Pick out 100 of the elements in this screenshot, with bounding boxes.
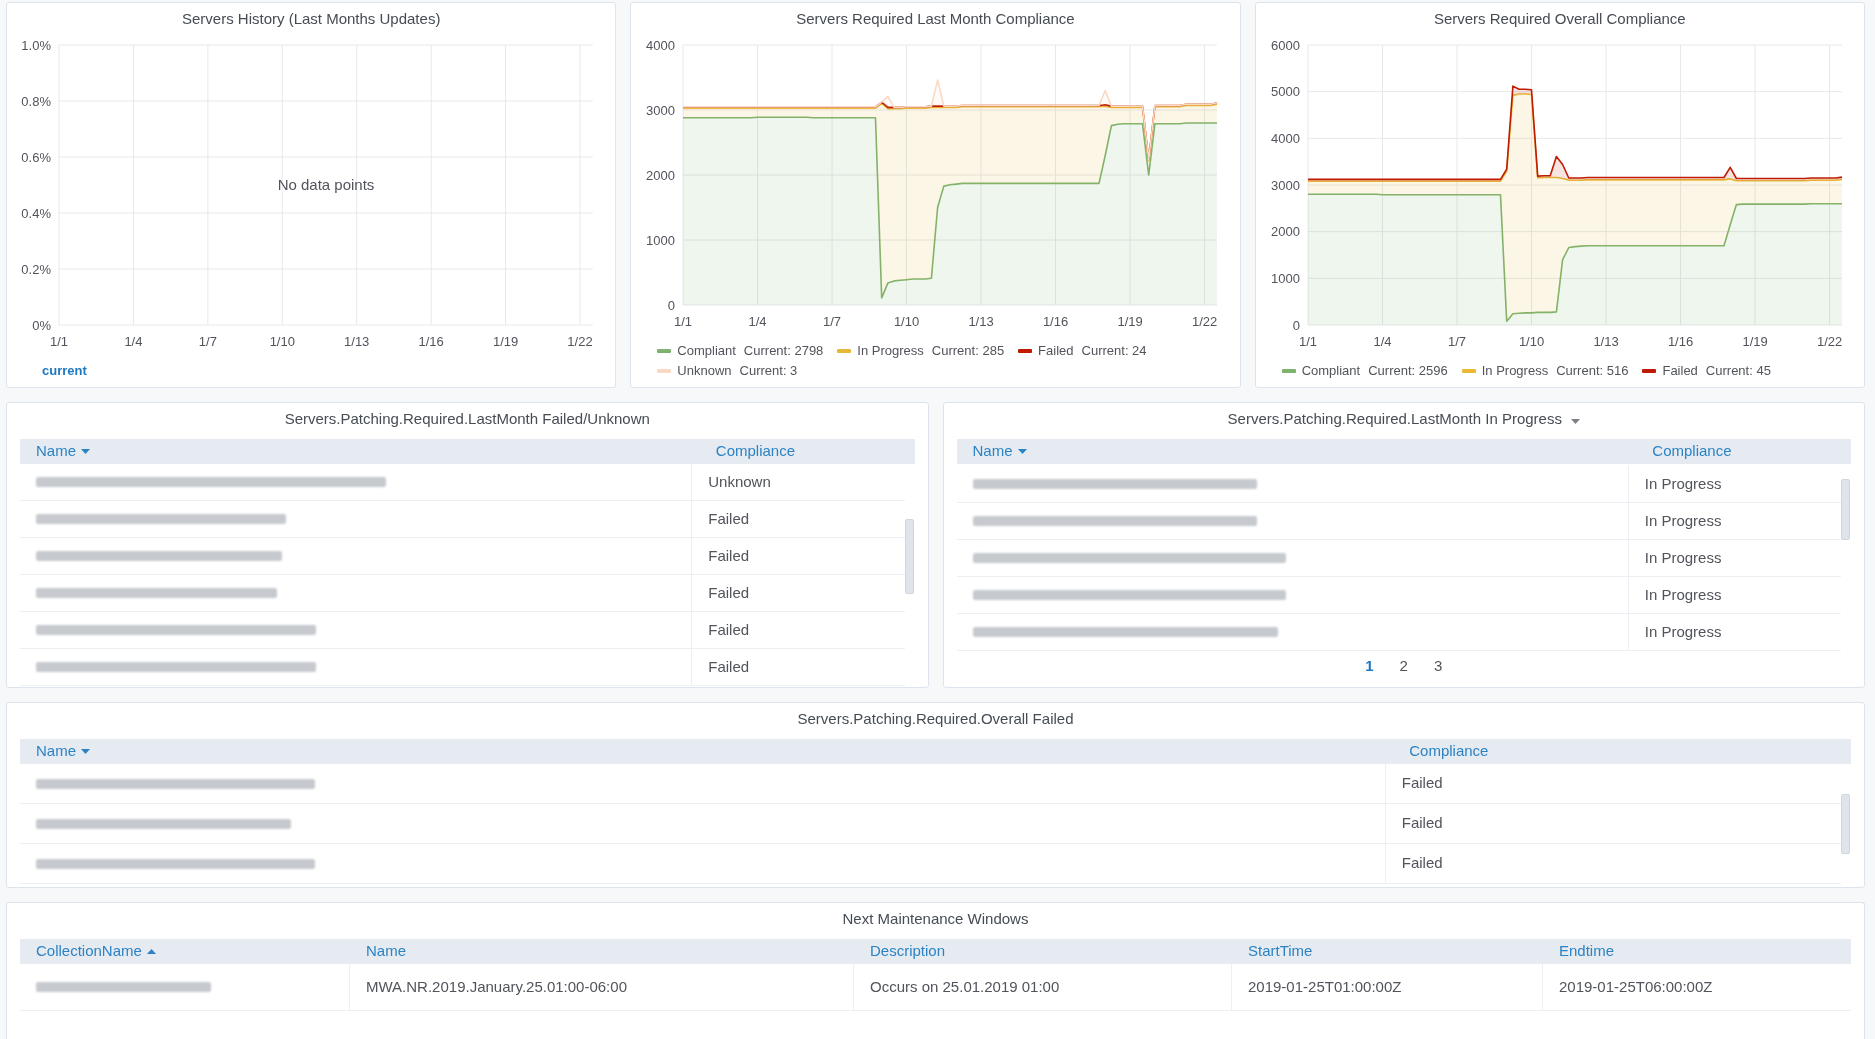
- cell-text: Failed: [1401, 813, 1443, 834]
- page-button[interactable]: 1: [1355, 654, 1384, 678]
- axis-tick-label: 1/1: [1298, 334, 1317, 349]
- axis-tick-label: 1/10: [1518, 334, 1544, 349]
- axis-tick-label: 1/4: [124, 334, 143, 349]
- legend-series-name[interactable]: Failed: [1038, 341, 1074, 361]
- column-header[interactable]: Description: [870, 940, 946, 963]
- axis-tick-label: 1/22: [1192, 314, 1218, 329]
- legend-current-value: Current: 516: [1556, 362, 1629, 380]
- axis-tick-label: 1/7: [1447, 334, 1466, 349]
- cell-text: 2019-01-25T06:00:00Z: [1559, 976, 1713, 997]
- axis-tick-label: 1/16: [418, 334, 444, 349]
- axis-tick-label: 0.4%: [21, 205, 51, 221]
- cell-text: Failed: [1401, 773, 1443, 794]
- cell-text: Failed: [1401, 853, 1443, 874]
- axis-tick-label: 1/7: [823, 314, 842, 329]
- axis-tick-label: 1/1: [674, 314, 693, 329]
- column-header[interactable]: Compliance: [1409, 740, 1489, 763]
- column-header[interactable]: Name: [366, 940, 406, 963]
- axis-tick-label: 0.8%: [21, 93, 51, 109]
- axis-tick-label: 4000: [646, 37, 676, 53]
- legend-current-value: Current: 2798: [743, 342, 824, 360]
- scrollbar[interactable]: [1841, 794, 1850, 854]
- axis-tick-label: 1/19: [492, 334, 519, 349]
- legend-series-name[interactable]: Compliant: [677, 341, 736, 361]
- column-header[interactable]: Name: [36, 440, 90, 463]
- column-header[interactable]: Compliance: [1652, 440, 1732, 463]
- legend-series-name[interactable]: Unknown: [677, 361, 732, 381]
- axis-tick-label: 0: [668, 297, 676, 313]
- cell-text: Failed: [708, 582, 750, 603]
- axis-tick-label: 1/7: [198, 334, 217, 349]
- axis-tick-label: 1/19: [1117, 314, 1144, 329]
- axis-tick-label: 1/16: [1667, 334, 1693, 349]
- axis-tick-label: 1/13: [344, 334, 370, 349]
- axis-tick-label: 1/4: [1373, 334, 1392, 349]
- cell-text: Failed: [708, 508, 750, 529]
- legend-current-value: Current: 2596: [1368, 362, 1448, 380]
- caret-down-icon[interactable]: [1570, 418, 1580, 424]
- no-data-message: No data points: [277, 176, 375, 193]
- legend-current-value: Current: 3: [739, 362, 798, 380]
- legend-current-value: Current: 285: [931, 342, 1005, 360]
- axis-tick-label: 5000: [1270, 84, 1300, 100]
- axis-tick-label: 1/22: [567, 334, 593, 349]
- column-header[interactable]: StartTime: [1248, 940, 1313, 963]
- page-button[interactable]: 3: [1423, 654, 1453, 678]
- cell-text: MWA.NR.2019.January.25.01:00-06:00: [366, 976, 627, 997]
- legend-current-value: Current: 24: [1081, 342, 1147, 360]
- caret-down-icon: [1017, 449, 1027, 454]
- legend-series-name[interactable]: Failed: [1662, 361, 1698, 381]
- legend-current-value: Current: 45: [1705, 362, 1771, 380]
- axis-tick-label: 4000: [1270, 130, 1300, 146]
- axis-tick-label: 1/10: [269, 334, 295, 349]
- cell-text: In Progress: [1644, 584, 1722, 605]
- axis-tick-label: 6000: [1270, 37, 1300, 53]
- axis-tick-label: 1/4: [748, 314, 767, 329]
- legend-series-name[interactable]: Compliant: [1301, 361, 1361, 381]
- panel-title: Servers.Patching.Required.LastMonth In Progress: [1227, 408, 1562, 429]
- cell-text: In Progress: [1644, 621, 1722, 642]
- axis-tick-label: 0.6%: [21, 149, 51, 165]
- panel-title: Servers History (Last Months Updates): [181, 8, 441, 29]
- axis-tick-label: 1/1: [49, 334, 69, 349]
- axis-tick-label: 0: [1292, 317, 1300, 333]
- legend-series-name[interactable]: In Progress: [857, 341, 924, 361]
- axis-tick-label: 1/13: [1593, 334, 1619, 349]
- axis-tick-label: 1/19: [1742, 334, 1768, 349]
- axis-tick-label: 3000: [646, 102, 676, 118]
- axis-tick-label: 1/22: [1816, 334, 1842, 349]
- axis-tick-label: 1.0%: [21, 37, 51, 53]
- caret-down-icon: [81, 749, 90, 754]
- panel-title: Servers.Patching.Required.Overall Failed: [797, 708, 1074, 729]
- axis-tick-label: 2000: [646, 167, 676, 183]
- caret-up-icon: [146, 949, 156, 954]
- panel-title: Servers Required Last Month Compliance: [796, 8, 1075, 29]
- column-header[interactable]: Endtime: [1559, 940, 1615, 963]
- cell-text: Unknown: [708, 471, 771, 492]
- panel-title: Servers Required Overall Compliance: [1433, 8, 1686, 29]
- legend-series-name[interactable]: In Progress: [1481, 361, 1549, 381]
- column-header[interactable]: CollectionName: [36, 940, 156, 963]
- cell-text: Failed: [708, 656, 750, 677]
- column-header[interactable]: Name: [972, 440, 1027, 463]
- axis-tick-label: 0%: [32, 317, 51, 333]
- cell-text: In Progress: [1644, 510, 1722, 531]
- cell-text: 2019-01-25T01:00:00Z: [1248, 976, 1402, 997]
- column-header[interactable]: Name: [36, 740, 90, 763]
- legend-series-name[interactable]: current: [33, 361, 87, 381]
- scrollbar[interactable]: [904, 519, 914, 594]
- axis-tick-label: 1/10: [894, 314, 920, 329]
- cell-text: Failed: [708, 619, 750, 640]
- axis-tick-label: 1000: [646, 232, 676, 248]
- column-header[interactable]: Compliance: [715, 440, 796, 463]
- axis-tick-label: 1/13: [968, 314, 995, 329]
- axis-tick-label: 2000: [1270, 224, 1300, 240]
- axis-tick-label: 0.2%: [21, 261, 51, 277]
- cell-text: In Progress: [1644, 547, 1722, 568]
- panel-title: Next Maintenance Windows: [842, 908, 1029, 929]
- cell-text: Occurs on 25.01.2019 01:00: [870, 976, 1060, 997]
- scrollbar[interactable]: [1841, 479, 1850, 540]
- cell-text: Failed: [708, 545, 750, 566]
- axis-tick-label: 3000: [1270, 177, 1300, 193]
- page-button[interactable]: 2: [1389, 654, 1418, 678]
